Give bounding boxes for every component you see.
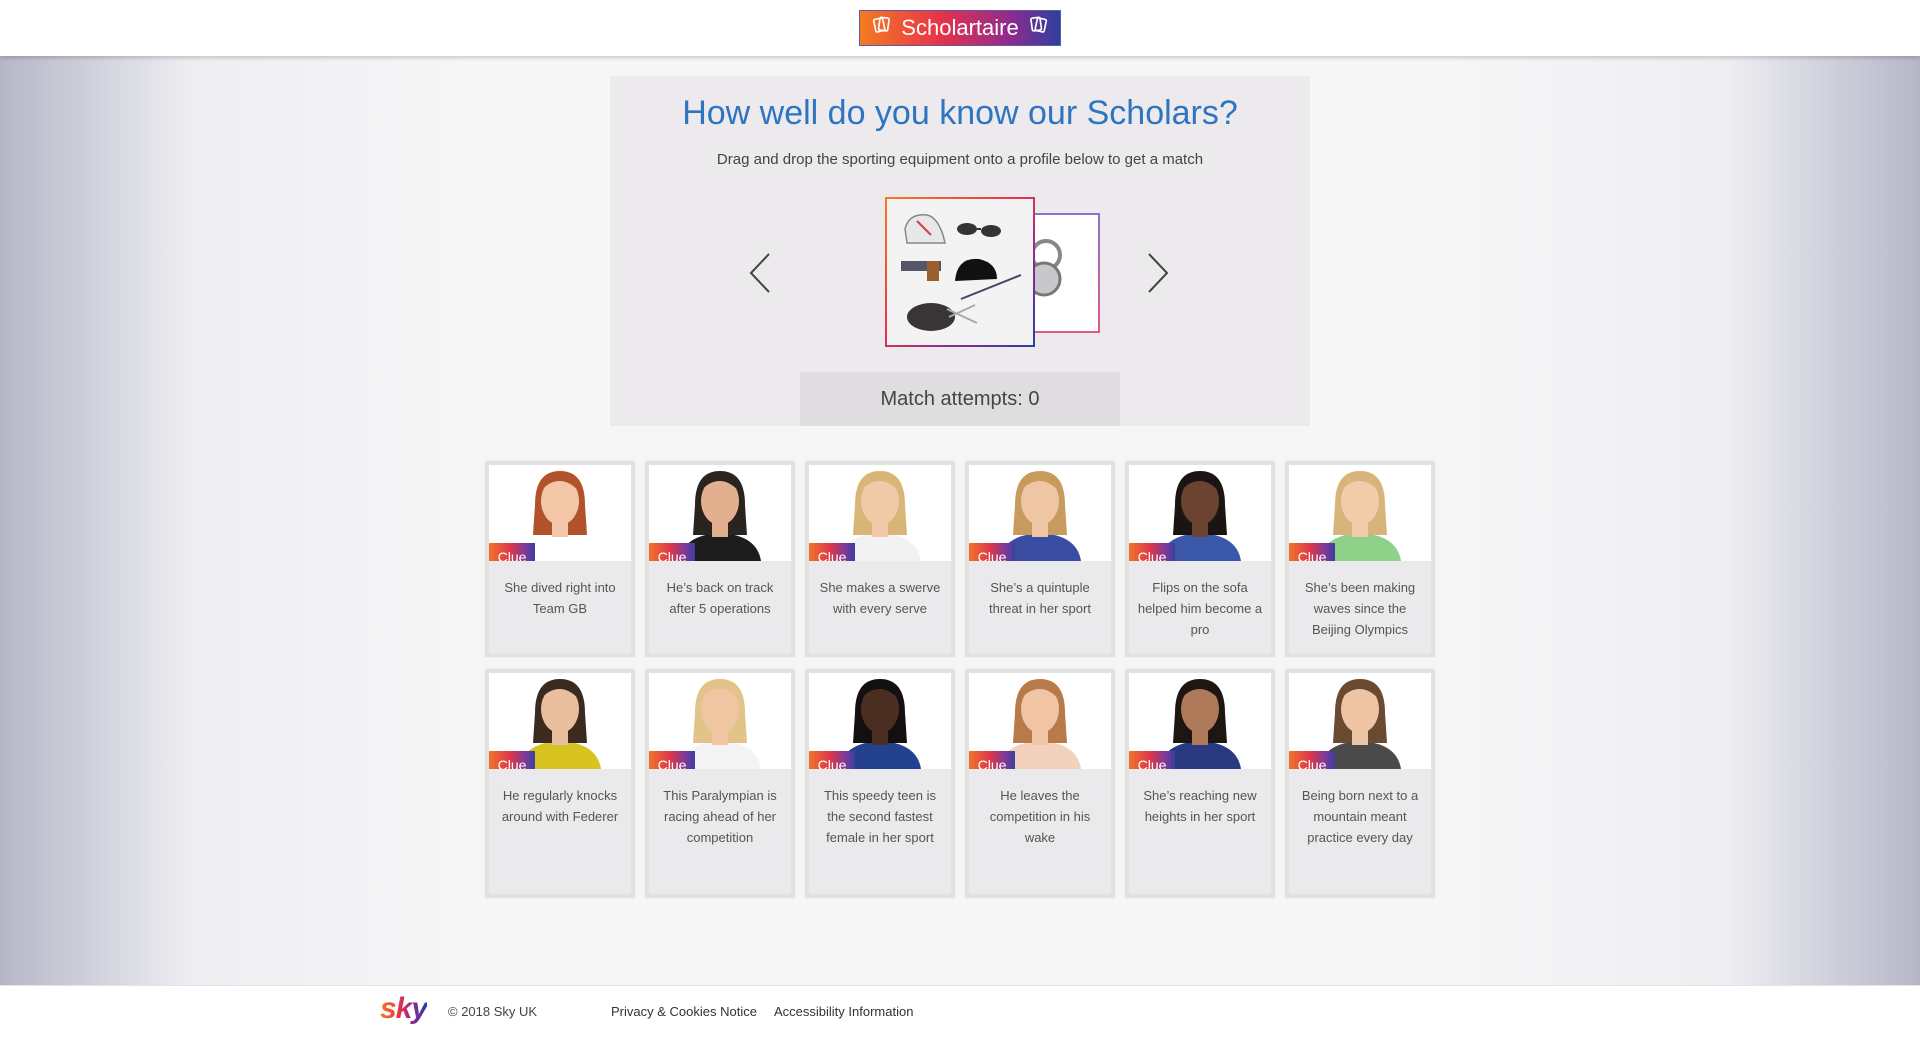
- profile-card[interactable]: Clue He’s back on track after 5 operation…: [645, 461, 795, 657]
- profile-description: She’s reaching new heights in her sport: [1143, 788, 1257, 824]
- profile-description: He leaves the competition in his wake: [989, 788, 1091, 845]
- profile-photo: Clue: [489, 465, 631, 561]
- profile-description: He’s back on track after 5 operations: [666, 580, 774, 616]
- profile-description: She makes a swerve with every serve: [819, 580, 941, 616]
- profile-description: She’s a quintuple threat in her sport: [989, 580, 1091, 616]
- profile-description: He regularly knocks around with Federer: [501, 788, 619, 824]
- sporting-equipment-icon: [901, 214, 1022, 331]
- clue-button[interactable]: Clue: [489, 751, 535, 769]
- profile-card[interactable]: Clue This Paralympian is racing ahead of …: [645, 669, 795, 898]
- profile-photo: Clue: [809, 465, 951, 561]
- profile-card[interactable]: Clue She’s reaching new heights in her sp…: [1125, 669, 1275, 898]
- page-title: How well do you know our Scholars?: [682, 94, 1238, 132]
- chevron-left-icon[interactable]: [745, 251, 775, 295]
- profile-card[interactable]: Clue This speedy teen is the second faste…: [805, 669, 955, 898]
- profile-photo: Clue: [969, 465, 1111, 561]
- clue-button[interactable]: Clue: [809, 543, 855, 561]
- clue-button[interactable]: Clue: [969, 543, 1015, 561]
- instructions: Drag and drop the sporting equipment ont…: [716, 151, 1204, 168]
- copyright: © 2018 Sky UK: [448, 1004, 538, 1019]
- clue-button[interactable]: Clue: [1129, 751, 1175, 769]
- profile-description: Being born next to a mountain meant prac…: [1301, 788, 1419, 845]
- profile-card[interactable]: Clue He regularly knocks around with Fede…: [485, 669, 635, 898]
- profile-description: This speedy teen is the second fastest f…: [823, 788, 936, 845]
- profile-description: Flips on the sofa helped him become a pr…: [1137, 580, 1263, 637]
- profile-photo: Clue: [649, 465, 791, 561]
- profile-photo: Clue: [809, 673, 951, 769]
- equipment-card[interactable]: [885, 197, 1035, 347]
- profile-card[interactable]: Clue She’s a quintuple threat in her spor…: [965, 461, 1115, 657]
- scholartaire-logo[interactable]: Scholartaire: [859, 10, 1061, 46]
- profile-card[interactable]: Clue She dived right into Team GB: [485, 461, 635, 657]
- privacy-link[interactable]: Privacy & Cookies Notice: [611, 1004, 757, 1019]
- clue-button[interactable]: Clue: [649, 751, 695, 769]
- clue-button[interactable]: Clue: [1289, 543, 1335, 561]
- clue-button[interactable]: Clue: [809, 751, 855, 769]
- clue-button[interactable]: Clue: [1289, 751, 1335, 769]
- clue-button[interactable]: Clue: [969, 751, 1015, 769]
- profile-photo: Clue: [489, 673, 631, 769]
- clue-button[interactable]: Clue: [1129, 543, 1175, 561]
- profile-description: She’s been making waves since the Beijin…: [1304, 580, 1416, 637]
- profile-photo: Clue: [1289, 673, 1431, 769]
- profile-card[interactable]: Clue She’s been making waves since the Be…: [1285, 461, 1435, 657]
- profile-card[interactable]: Clue She makes a swerve with every serve: [805, 461, 955, 657]
- match-attempts-counter: Match attempts: 0: [800, 372, 1120, 426]
- chevron-right-icon[interactable]: [1143, 251, 1173, 295]
- logo-text: Scholartaire: [901, 15, 1019, 40]
- profile-photo: Clue: [1129, 465, 1271, 561]
- profile-photo: Clue: [1289, 465, 1431, 561]
- profile-photo: Clue: [1129, 673, 1271, 769]
- clue-button[interactable]: Clue: [489, 543, 535, 561]
- profile-photo: Clue: [649, 673, 791, 769]
- game-panel: How well do you know our Scholars? Drag …: [610, 76, 1310, 426]
- footer: sky © 2018 Sky UK Privacy & Cookies Noti…: [0, 985, 1920, 1037]
- card-icon: [1027, 14, 1049, 42]
- header: Scholartaire: [0, 0, 1920, 56]
- accessibility-link[interactable]: Accessibility Information: [774, 1004, 913, 1019]
- profile-card[interactable]: Clue Being born next to a mountain meant …: [1285, 669, 1435, 898]
- sky-logo[interactable]: sky: [380, 992, 428, 1026]
- profile-card[interactable]: Clue Flips on the sofa helped him become …: [1125, 461, 1275, 657]
- profile-description: This Paralympian is racing ahead of her …: [663, 788, 777, 845]
- profile-card[interactable]: Clue He leaves the competition in his wak…: [965, 669, 1115, 898]
- profile-photo: Clue: [969, 673, 1111, 769]
- clue-button[interactable]: Clue: [649, 543, 695, 561]
- card-icon: [871, 14, 893, 42]
- profile-description: She dived right into Team GB: [504, 580, 616, 616]
